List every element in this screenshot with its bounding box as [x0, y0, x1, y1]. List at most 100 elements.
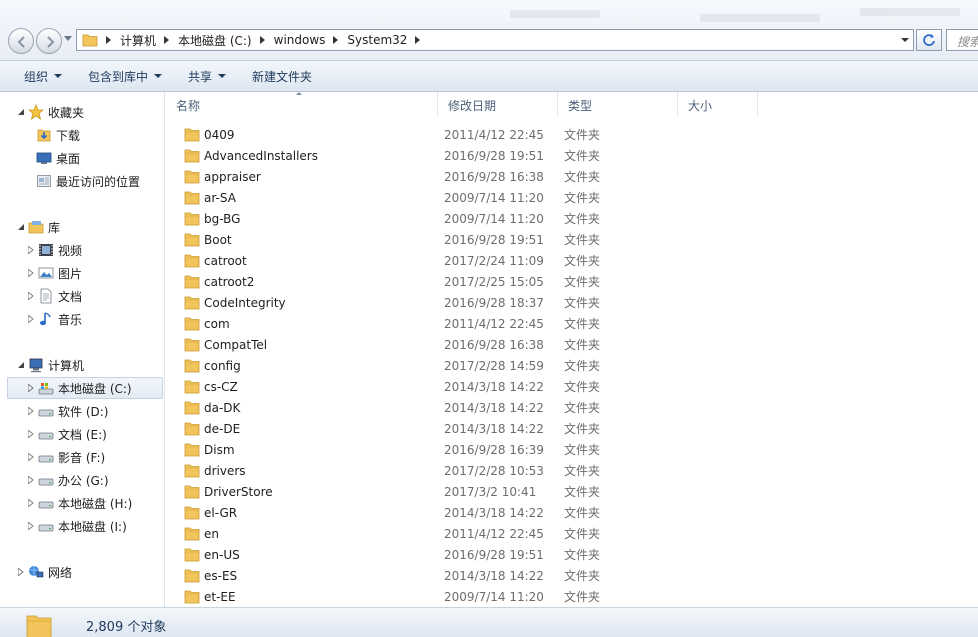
file-row[interactable]: catroot2 2017/2/25 15:05 文件夹 — [166, 271, 978, 292]
nav-drive-f[interactable]: 影音 (F:) — [26, 446, 105, 468]
nav-pictures[interactable]: 图片 — [26, 262, 82, 284]
chevron-right-icon[interactable] — [160, 36, 174, 44]
file-row[interactable]: Boot 2016/9/28 19:51 文件夹 — [166, 229, 978, 250]
nav-drive-i[interactable]: 本地磁盘 (I:) — [26, 515, 127, 537]
file-row[interactable]: en-US 2016/9/28 19:51 文件夹 — [166, 544, 978, 565]
collapsed-triangle-icon[interactable] — [26, 452, 36, 462]
breadcrumb-windows[interactable]: windows — [270, 33, 330, 47]
file-row[interactable]: appraiser 2016/9/28 16:38 文件夹 — [166, 166, 978, 187]
column-name-label: 名称 — [176, 99, 201, 113]
chevron-right-icon[interactable] — [256, 36, 270, 44]
chevron-right-icon[interactable] — [411, 36, 425, 44]
collapsed-triangle-icon[interactable] — [26, 291, 36, 301]
file-row[interactable]: da-DK 2014/3/18 14:22 文件夹 — [166, 397, 978, 418]
file-modified-date: 2017/2/28 10:53 — [444, 463, 544, 478]
file-name: de-DE — [204, 421, 241, 436]
nav-recent-places[interactable]: 最近访问的位置 — [36, 170, 140, 192]
file-name: appraiser — [204, 169, 261, 184]
nav-drive-d[interactable]: 软件 (D:) — [26, 400, 108, 422]
recent-pages-dropdown-icon[interactable] — [64, 36, 72, 42]
file-row[interactable]: AdvancedInstallers 2016/9/28 19:51 文件夹 — [166, 145, 978, 166]
file-row[interactable]: es-ES 2014/3/18 14:22 文件夹 — [166, 565, 978, 586]
nav-drive-h[interactable]: 本地磁盘 (H:) — [26, 492, 132, 514]
collapsed-triangle-icon[interactable] — [26, 245, 36, 255]
share-button[interactable]: 共享 — [178, 64, 236, 88]
network-icon — [29, 566, 44, 578]
file-row[interactable]: bg-BG 2009/7/14 11:20 文件夹 — [166, 208, 978, 229]
file-row[interactable]: Dism 2016/9/28 16:39 文件夹 — [166, 439, 978, 460]
file-list[interactable]: 名称 修改日期 类型 大小 0409 2011/4/12 22:45 文件夹 Adva… — [166, 92, 978, 607]
address-field[interactable]: 计算机 本地磁盘 (C:) windows System32 — [76, 29, 914, 51]
include-label: 包含到库中 — [88, 69, 149, 84]
column-header-size[interactable]: 大小 — [678, 92, 758, 117]
breadcrumb-system32[interactable]: System32 — [343, 33, 411, 47]
expanded-triangle-icon[interactable] — [16, 107, 26, 117]
file-row[interactable]: et-EE 2009/7/14 11:20 文件夹 — [166, 586, 978, 607]
breadcrumb-drive-c[interactable]: 本地磁盘 (C:) — [174, 32, 256, 49]
nav-computer[interactable]: 计算机 — [16, 354, 84, 376]
organize-button[interactable]: 组织 — [14, 64, 72, 88]
new-folder-button[interactable]: 新建文件夹 — [242, 64, 322, 88]
nav-favorites[interactable]: 收藏夹 — [16, 101, 84, 123]
collapsed-triangle-icon[interactable] — [26, 521, 36, 531]
system-drive-icon — [38, 383, 54, 395]
recent-places-icon — [37, 175, 51, 187]
file-row[interactable]: el-GR 2014/3/18 14:22 文件夹 — [166, 502, 978, 523]
column-header-type[interactable]: 类型 — [558, 92, 678, 117]
file-row[interactable]: en 2011/4/12 22:45 文件夹 — [166, 523, 978, 544]
chevron-right-icon[interactable] — [329, 36, 343, 44]
column-header-name[interactable]: 名称 — [166, 92, 438, 117]
collapsed-triangle-icon[interactable] — [26, 475, 36, 485]
collapsed-triangle-icon[interactable] — [26, 314, 36, 324]
folder-icon — [184, 317, 200, 331]
nav-drive-e[interactable]: 文档 (E:) — [26, 423, 107, 445]
file-row[interactable]: drivers 2017/2/28 10:53 文件夹 — [166, 460, 978, 481]
include-in-library-button[interactable]: 包含到库中 — [78, 64, 172, 88]
file-row[interactable]: CompatTel 2016/9/28 16:38 文件夹 — [166, 334, 978, 355]
file-row[interactable]: config 2017/2/28 14:59 文件夹 — [166, 355, 978, 376]
file-row[interactable]: de-DE 2014/3/18 14:22 文件夹 — [166, 418, 978, 439]
collapsed-triangle-icon[interactable] — [26, 429, 36, 439]
file-name: CompatTel — [204, 337, 268, 352]
nav-desktop[interactable]: 桌面 — [36, 147, 80, 169]
collapsed-triangle-icon[interactable] — [26, 406, 36, 416]
file-row[interactable]: com 2011/4/12 22:45 文件夹 — [166, 313, 978, 334]
search-input[interactable]: 搜索 — [946, 29, 978, 51]
file-row[interactable]: cs-CZ 2014/3/18 14:22 文件夹 — [166, 376, 978, 397]
file-name: el-GR — [204, 505, 238, 520]
refresh-button[interactable] — [916, 29, 942, 51]
breadcrumb-computer[interactable]: 计算机 — [116, 32, 160, 49]
nav-libraries[interactable]: 库 — [16, 216, 60, 238]
expanded-triangle-icon[interactable] — [16, 360, 26, 370]
file-row[interactable]: ar-SA 2009/7/14 11:20 文件夹 — [166, 187, 978, 208]
hard-drive-icon — [38, 501, 54, 509]
nav-network[interactable]: 网络 — [16, 561, 72, 583]
collapsed-triangle-icon[interactable] — [26, 498, 36, 508]
collapsed-triangle-icon[interactable] — [26, 383, 36, 393]
video-icon — [39, 244, 53, 256]
folder-icon — [184, 506, 200, 520]
address-dropdown-icon[interactable] — [899, 34, 911, 46]
forward-button[interactable] — [36, 28, 62, 54]
navigation-pane[interactable]: 收藏夹 下载 桌面 最近访问的位置 库 视频 图片 文档 音乐 计算机 本地磁盘… — [0, 92, 165, 607]
file-row[interactable]: catroot 2017/2/24 11:09 文件夹 — [166, 250, 978, 271]
chevron-right-icon[interactable] — [102, 36, 116, 44]
file-row[interactable]: 0409 2011/4/12 22:45 文件夹 — [166, 124, 978, 145]
nav-documents[interactable]: 文档 — [26, 285, 82, 307]
nav-drive-g[interactable]: 办公 (G:) — [26, 469, 109, 491]
column-header-date[interactable]: 修改日期 — [438, 92, 558, 117]
expanded-triangle-icon[interactable] — [16, 222, 26, 232]
file-type: 文件夹 — [564, 548, 601, 562]
file-name: com — [204, 316, 230, 331]
folder-icon — [184, 443, 200, 457]
nav-drive-c[interactable]: 本地磁盘 (C:) — [7, 377, 163, 399]
file-type: 文件夹 — [564, 485, 601, 499]
file-row[interactable]: DriverStore 2017/3/2 10:41 文件夹 — [166, 481, 978, 502]
nav-downloads[interactable]: 下载 — [36, 124, 80, 146]
nav-music[interactable]: 音乐 — [26, 308, 82, 330]
nav-videos[interactable]: 视频 — [26, 239, 82, 261]
file-row[interactable]: CodeIntegrity 2016/9/28 18:37 文件夹 — [166, 292, 978, 313]
collapsed-triangle-icon[interactable] — [26, 268, 36, 278]
back-button[interactable] — [8, 28, 34, 54]
collapsed-triangle-icon[interactable] — [16, 567, 26, 577]
